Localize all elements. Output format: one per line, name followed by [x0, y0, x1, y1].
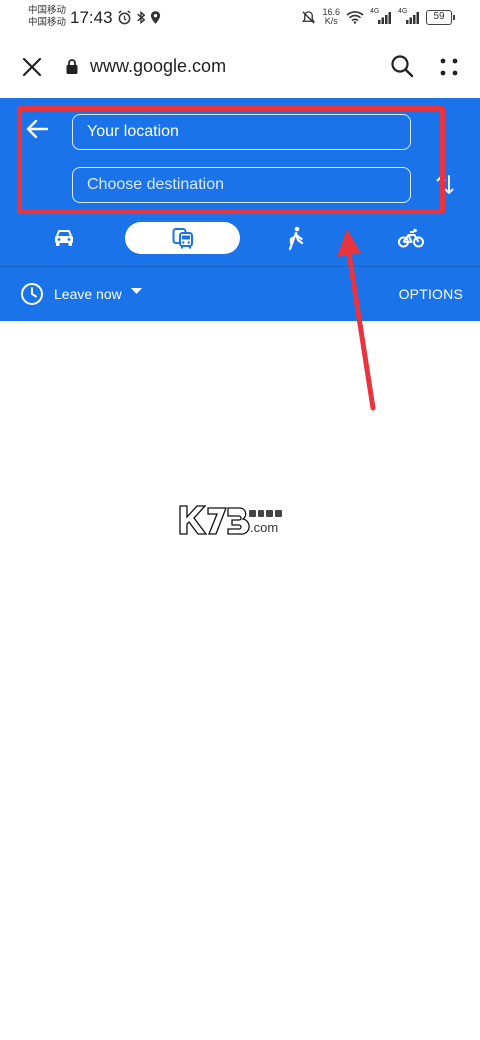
carrier-labels: 中国移动 中国移动 [28, 5, 66, 29]
status-icons-right: 16.6 K/s 4G 4G 59 [301, 8, 455, 26]
signal-1: 4G [370, 8, 392, 25]
location-icon [150, 11, 161, 24]
transit-icon [172, 228, 193, 249]
mute-icon [302, 10, 316, 24]
carrier-1: 中国移动 [28, 5, 67, 16]
mode-walk-button[interactable] [276, 222, 316, 254]
alarm-icon [118, 10, 131, 25]
signal-bars-icon [406, 11, 419, 24]
leave-now-dropdown[interactable]: Leave now [54, 286, 122, 302]
status-bar: 中国移动 中国移动 17:43 16.6 K/s 4G 4G 59 [0, 0, 480, 36]
lock-icon [66, 59, 78, 74]
net-speed-unit: K/s [324, 16, 338, 26]
bicycle-icon [398, 228, 424, 248]
clock-icon[interactable] [20, 282, 44, 306]
browser-toolbar: www.google.com [0, 36, 480, 98]
car-icon [55, 230, 73, 246]
signal-bars-icon [378, 11, 391, 24]
walk-icon [288, 226, 304, 250]
close-icon[interactable] [21, 56, 43, 78]
options-button[interactable]: OPTIONS [399, 286, 463, 302]
wifi-icon [346, 11, 364, 24]
mode-transit-button[interactable] [125, 222, 240, 254]
mode-bicycle-button[interactable] [391, 222, 431, 254]
status-icons-left [117, 10, 161, 25]
carrier-2: 中国移动 [28, 17, 67, 28]
mode-car-button[interactable] [44, 222, 84, 254]
bluetooth-icon [137, 10, 146, 25]
k73-logo-icon [179, 505, 282, 535]
net-speed: 16.6 K/s [322, 8, 340, 26]
dropdown-caret-icon[interactable] [131, 288, 142, 295]
status-time: 17:43 [70, 8, 113, 27]
search-icon[interactable] [390, 54, 414, 78]
signal-2: 4G [398, 8, 420, 25]
address-bar-url[interactable]: www.google.com [90, 56, 226, 77]
battery-indicator: 59 [426, 9, 455, 25]
more-icon[interactable] [438, 56, 460, 78]
annotation-highlight-box [17, 106, 445, 214]
annotation-arrow [337, 229, 376, 411]
k73-watermark: .com [178, 500, 308, 540]
panel-divider [0, 266, 480, 267]
watermark-text: .com [250, 520, 279, 535]
